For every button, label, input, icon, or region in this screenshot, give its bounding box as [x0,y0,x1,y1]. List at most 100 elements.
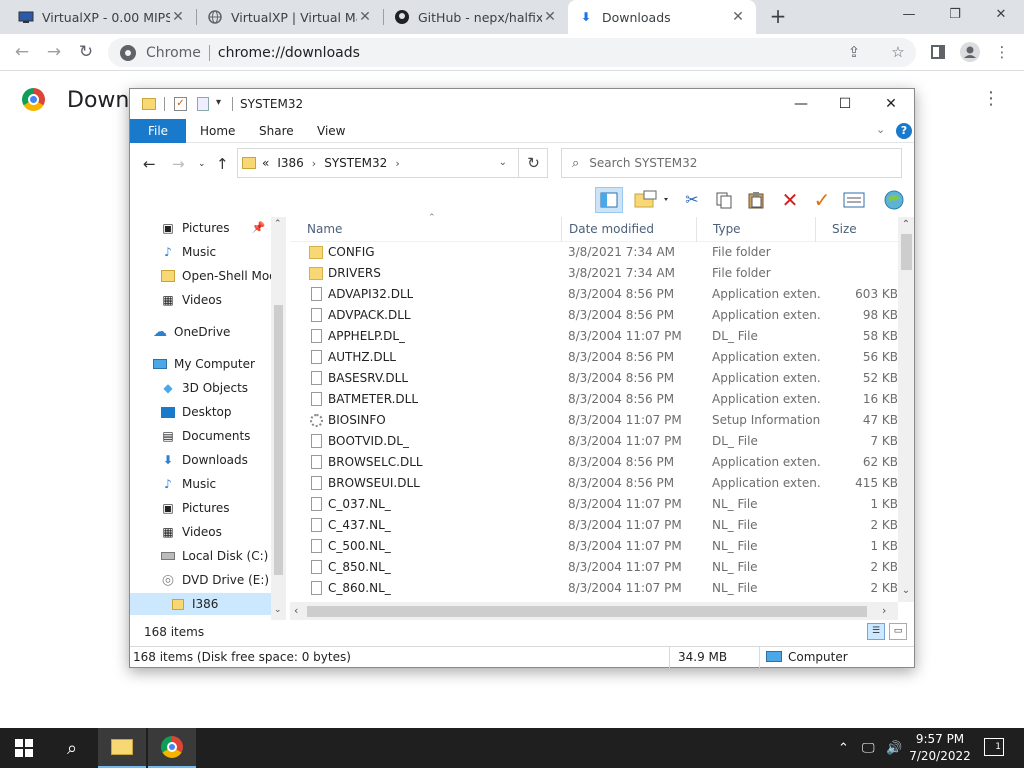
file-row[interactable]: BOOTVID.DL_ 8/3/2004 11:07 PM DL_ File 7 KB [290,431,898,452]
up-folder-icon[interactable]: ↑ [216,155,229,173]
search-button[interactable]: ⌕ [48,728,96,768]
nav-item-videos-pc[interactable]: ▦ Videos [160,521,222,543]
bookmark-star-icon[interactable]: ☆ [884,38,912,66]
nav-item-local-disk[interactable]: Local Disk (C:) [160,545,268,567]
recent-locations-icon[interactable]: ⌄ [198,159,206,169]
taskbar-file-explorer[interactable] [98,728,146,768]
browser-menu-icon[interactable]: ⋮ [988,38,1016,66]
preview-pane-icon[interactable] [595,187,623,213]
address-dropdown-icon[interactable]: ⌄ [499,157,507,168]
breadcrumb-i386[interactable]: I386 [277,156,303,170]
column-header-type[interactable]: Type [696,217,816,242]
file-list-horizontal-scrollbar[interactable]: ‹ › [290,602,898,620]
copy-icon[interactable] [710,187,738,213]
share-icon[interactable]: ⇪ [840,38,868,66]
refresh-icon[interactable]: ↻ [518,148,548,178]
explorer-forward-icon[interactable]: → [172,155,185,173]
scroll-right-icon[interactable]: › [882,604,886,617]
network-icon[interactable]: 🖵 [862,728,875,768]
file-row[interactable]: APPHELP.DL_ 8/3/2004 11:07 PM DL_ File 58 K… [290,326,898,347]
file-list-vertical-scrollbar[interactable]: ⌃ ⌄ [898,217,914,602]
nav-item-3d-objects[interactable]: ◆ 3D Objects [160,377,248,399]
file-row[interactable]: C_860.NL_ 8/3/2004 11:07 PM NL_ File 2 KB [290,578,898,599]
column-header-date[interactable]: Date modified [552,217,697,242]
minimize-button[interactable]: — [886,0,932,34]
nav-item-music-pc[interactable]: ♪ Music [160,473,216,495]
nav-item-music[interactable]: ♪ Music [160,241,216,263]
breadcrumb-overflow[interactable]: « [262,156,269,170]
close-window-button[interactable]: ✕ [978,0,1024,34]
ribbon-tab-share[interactable]: Share [245,119,308,143]
customize-quick-access-icon[interactable]: ▾ [216,97,221,111]
side-panel-icon[interactable] [924,38,952,66]
nav-item-pictures[interactable]: ▣ Pictures [160,497,229,519]
start-button[interactable] [0,728,48,768]
ribbon-tab-home[interactable]: Home [186,119,249,143]
new-folder-icon[interactable] [197,97,209,111]
taskbar-chrome[interactable] [148,728,196,768]
large-icons-view-button[interactable]: ▭ [889,623,907,640]
nav-item-downloads[interactable]: ⬇ Downloads [160,449,248,471]
properties-check-icon[interactable]: ✓ [808,187,836,213]
nav-pane-scrollbar[interactable]: ⌃ ⌄ [271,217,286,620]
explorer-maximize-button[interactable]: ☐ [822,89,868,119]
explorer-minimize-button[interactable]: — [778,89,824,119]
delete-icon[interactable]: ✕ [776,187,804,213]
tab-virtualxp-mips[interactable]: VirtualXP - 0.00 MIPS ✕ [8,0,196,34]
explorer-close-button[interactable]: ✕ [868,89,914,119]
tab-downloads[interactable]: ⬇ Downloads ✕ [568,0,756,34]
ribbon-tab-file[interactable]: File [130,119,186,143]
reload-icon[interactable]: ↻ [72,38,100,66]
tab-github-halfix[interactable]: GitHub - nepx/halfix: x ✕ [384,0,568,34]
details-view-icon[interactable] [840,187,868,213]
nav-item-my-computer[interactable]: My Computer [152,353,255,375]
file-row[interactable]: BASESRV.DLL 8/3/2004 8:56 PM Application e… [290,368,898,389]
close-tab-icon[interactable]: ✕ [357,9,373,25]
notifications-button[interactable]: 1 [984,738,1004,756]
nav-item-onedrive[interactable]: ☁ OneDrive [152,321,230,343]
breadcrumb-chevron-icon[interactable]: › [395,157,399,170]
options-globe-icon[interactable] [880,187,908,213]
cut-icon[interactable]: ✂ [678,187,706,213]
downloads-menu-icon[interactable]: ⋮ [982,88,1000,109]
file-row[interactable]: BROWSEUI.DLL 8/3/2004 8:56 PM Application … [290,473,898,494]
file-row[interactable]: C_437.NL_ 8/3/2004 11:07 PM NL_ File 2 KB [290,515,898,536]
file-row[interactable]: C_850.NL_ 8/3/2004 11:07 PM NL_ File 2 KB [290,557,898,578]
close-tab-icon[interactable]: ✕ [730,9,746,25]
details-view-button[interactable]: ☰ [867,623,885,640]
file-row[interactable]: C_500.NL_ 8/3/2004 11:07 PM NL_ File 1 KB [290,536,898,557]
address-bar[interactable]: Chrome chrome://downloads ⇪ ☆ [108,38,916,67]
file-row[interactable]: DRIVERS 3/8/2021 7:34 AM File folder [290,263,898,284]
scroll-down-icon[interactable]: ⌄ [900,585,912,596]
show-hidden-icons[interactable]: ⌃ [838,728,849,768]
taskbar-clock[interactable]: 9:57 PM 7/20/2022 [908,731,972,765]
ribbon-tab-view[interactable]: View [303,119,359,143]
nav-item-dvd-drive[interactable]: ◎ DVD Drive (E:) Vi [160,569,284,591]
breadcrumb-system32[interactable]: SYSTEM32 [324,156,387,170]
close-tab-icon[interactable]: ✕ [542,9,558,25]
column-header-size[interactable]: Size [816,217,898,242]
new-tab-button[interactable]: + [766,4,790,28]
nav-item-i386[interactable]: I386 [130,593,271,615]
file-row[interactable]: BROWSELC.DLL 8/3/2004 8:56 PM Application … [290,452,898,473]
vertical-scroll-thumb[interactable] [901,234,912,270]
column-header-name[interactable]: Name [290,217,562,242]
forward-icon[interactable]: → [40,38,68,66]
back-icon[interactable]: ← [8,38,36,66]
explorer-address-bar[interactable]: « I386 › SYSTEM32 › ⌄ [237,148,548,178]
scroll-left-icon[interactable]: ‹ [294,604,298,617]
nav-item-desktop[interactable]: Desktop [160,401,232,423]
breadcrumb-chevron-icon[interactable]: › [312,157,316,170]
scroll-down-icon[interactable]: ⌄ [274,605,282,615]
nav-scroll-thumb[interactable] [274,305,283,575]
volume-icon[interactable]: 🔊 [886,728,902,768]
profile-avatar-icon[interactable] [956,38,984,66]
file-row[interactable]: CONFIG 3/8/2021 7:34 AM File folder [290,242,898,263]
nav-item-documents[interactable]: ▤ Documents [160,425,250,447]
nav-item-pictures-pinned[interactable]: ▣ Pictures 📌 [160,217,265,239]
folder-view-icon[interactable] [630,187,674,213]
file-row[interactable]: ADVAPI32.DLL 8/3/2004 8:56 PM Application … [290,284,898,305]
file-row[interactable]: AUTHZ.DLL 8/3/2004 8:56 PM Application ext… [290,347,898,368]
close-tab-icon[interactable]: ✕ [170,9,186,25]
help-icon[interactable]: ? [896,123,912,139]
